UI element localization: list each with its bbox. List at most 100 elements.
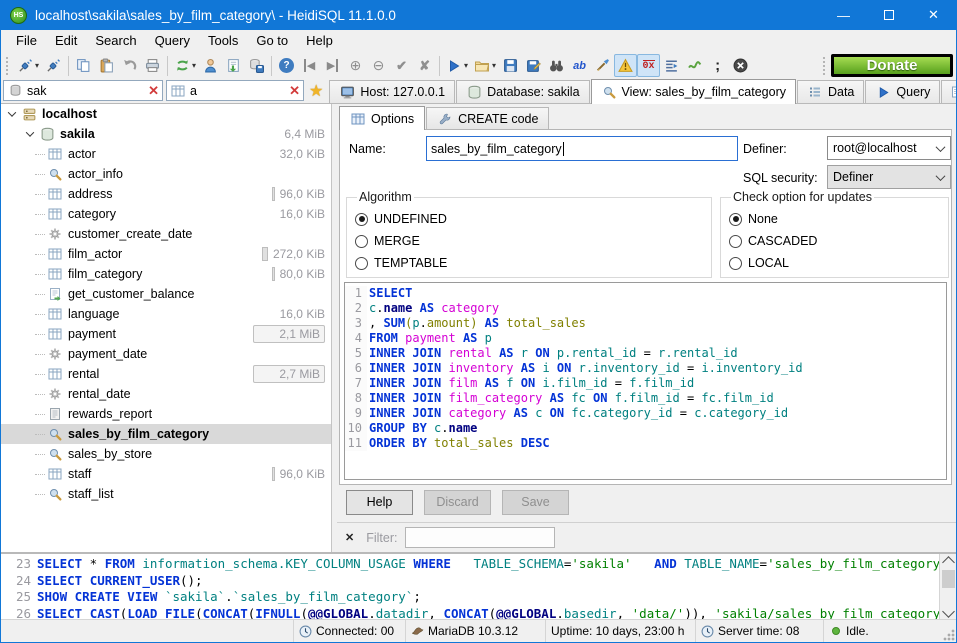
bind-parameters-button[interactable] (683, 54, 706, 77)
delete-row-button[interactable]: ⊖ (367, 54, 390, 77)
tree-item-actor[interactable]: actor32,0 KiB (1, 144, 331, 164)
cancel-editing-button[interactable]: ✘ (413, 54, 436, 77)
print-button[interactable] (141, 54, 164, 77)
table-filter[interactable]: a ✕ (166, 80, 304, 101)
dropdown-arrow-icon[interactable]: ▾ (192, 61, 196, 70)
favorites-star-icon[interactable]: ★ (309, 81, 323, 101)
menu-item-search[interactable]: Search (86, 31, 145, 50)
tab-data[interactable]: Data (797, 80, 864, 103)
chevron-expanded-icon[interactable] (26, 128, 34, 136)
log-scrollbar[interactable] (939, 554, 956, 620)
dropdown-arrow-icon[interactable]: ▾ (492, 61, 496, 70)
radio-icon[interactable] (355, 213, 368, 226)
undo-button[interactable] (118, 54, 141, 77)
dropdown-arrow-icon[interactable]: ▾ (464, 61, 468, 70)
run-query-button[interactable]: ▾ (443, 54, 471, 77)
menu-item-go-to[interactable]: Go to (247, 31, 297, 50)
copy-button[interactable] (72, 54, 95, 77)
dropdown-arrow-icon[interactable]: ▾ (35, 61, 39, 70)
resize-grip[interactable] (942, 628, 955, 641)
name-input[interactable]: sales_by_film_category (426, 136, 738, 161)
format-code-button[interactable] (591, 54, 614, 77)
close-button[interactable]: ✕ (911, 0, 956, 30)
delimiter-button[interactable]: ; (706, 54, 729, 77)
save-sql-button[interactable] (499, 54, 522, 77)
tree-item-rental[interactable]: rental2,7 MiB (1, 364, 331, 384)
close-filter-icon[interactable]: ✕ (345, 531, 354, 544)
save-button[interactable]: Save (502, 490, 569, 515)
algorithm-radio-merge[interactable]: MERGE (355, 230, 703, 252)
tree-item-rewards-report[interactable]: rewards_report (1, 404, 331, 424)
radio-icon[interactable] (355, 257, 368, 270)
first-record-button[interactable]: ◀ (298, 54, 321, 77)
check-option-radio-none[interactable]: None (729, 208, 940, 230)
sql-security-combobox[interactable]: Definer (827, 165, 951, 189)
tree-item-get-customer-balance[interactable]: get_customer_balance (1, 284, 331, 304)
help-button[interactable]: ? (275, 54, 298, 77)
menu-item-file[interactable]: File (7, 31, 46, 50)
definer-combobox[interactable]: root@localhost (827, 136, 951, 160)
scroll-up-icon[interactable] (942, 556, 955, 569)
clear-table-filter-icon[interactable]: ✕ (289, 83, 300, 99)
filter-input[interactable] (405, 527, 555, 548)
radio-icon[interactable] (729, 257, 742, 270)
menu-item-tools[interactable]: Tools (199, 31, 247, 50)
menu-item-help[interactable]: Help (297, 31, 342, 50)
tree-item-customer-create-date[interactable]: customer_create_date (1, 224, 331, 244)
cancel-query-button[interactable] (729, 54, 752, 77)
paste-button[interactable] (95, 54, 118, 77)
tab-view-sales-by-film-category[interactable]: View: sales_by_film_category (591, 79, 796, 104)
tree-item-staff-list[interactable]: staff_list (1, 484, 331, 504)
session-manager-button[interactable]: ▾ (14, 54, 42, 77)
scroll-down-icon[interactable] (942, 605, 955, 618)
database-filter[interactable]: sak ✕ (3, 80, 163, 101)
help-button[interactable]: Help (346, 490, 413, 515)
discard-button[interactable]: Discard (424, 490, 491, 515)
tab-query[interactable]: Query (865, 80, 940, 103)
user-manager-button[interactable] (199, 54, 222, 77)
database-filter-value[interactable]: sak (23, 84, 148, 98)
tree-item-payment-date[interactable]: payment_date (1, 344, 331, 364)
tree-item-sakila[interactable]: sakila6,4 MiB (1, 124, 331, 144)
algorithm-radio-temptable[interactable]: TEMPTABLE (355, 252, 703, 274)
subtab-create-code[interactable]: CREATE code (426, 107, 549, 129)
tree-item-language[interactable]: language16,0 KiB (1, 304, 331, 324)
radio-icon[interactable] (729, 235, 742, 248)
post-changes-button[interactable]: ✔ (390, 54, 413, 77)
view-select-code-editor[interactable]: 1SELECT2c.name AS category3, SUM(p.amoun… (344, 282, 947, 480)
maximize-button[interactable] (866, 0, 911, 30)
menu-item-edit[interactable]: Edit (46, 31, 86, 50)
donate-button[interactable]: Donate (831, 54, 953, 77)
save-data-button[interactable] (245, 54, 268, 77)
check-option-radio-cascaded[interactable]: CASCADED (729, 230, 940, 252)
tree-item-category[interactable]: category16,0 KiB (1, 204, 331, 224)
tab-database-sakila[interactable]: Database: sakila (456, 80, 589, 103)
toolbar-grip[interactable] (823, 57, 828, 75)
radio-icon[interactable] (729, 213, 742, 226)
tree-item-localhost[interactable]: localhost (1, 104, 331, 124)
tree-item-sales-by-store[interactable]: sales_by_store (1, 444, 331, 464)
algorithm-radio-undefined[interactable]: UNDEFINED (355, 208, 703, 230)
tree-item-film-category[interactable]: film_category80,0 KiB (1, 264, 331, 284)
tab-host-127-0-0-1[interactable]: Host: 127.0.0.1 (329, 80, 455, 103)
single-query-step-button[interactable] (660, 54, 683, 77)
clear-database-filter-icon[interactable]: ✕ (148, 83, 159, 99)
scroll-thumb[interactable] (942, 570, 955, 588)
check-option-radio-local[interactable]: LOCAL (729, 252, 940, 274)
tree-item-staff[interactable]: staff96,0 KiB (1, 464, 331, 484)
insert-row-button[interactable]: ⊕ (344, 54, 367, 77)
disconnect-button[interactable] (42, 54, 65, 77)
menu-item-query[interactable]: Query (146, 31, 199, 50)
save-sql-as-button[interactable] (522, 54, 545, 77)
subtab-options[interactable]: Options (339, 106, 425, 130)
chevron-expanded-icon[interactable] (8, 108, 16, 116)
table-filter-value[interactable]: a (186, 84, 289, 98)
minimize-button[interactable]: — (821, 0, 866, 30)
last-record-button[interactable]: ▶ (321, 54, 344, 77)
tree-item-rental-date[interactable]: rental_date (1, 384, 331, 404)
hex-view-button[interactable]: 0x (637, 54, 660, 77)
tab-new-query[interactable] (941, 80, 957, 103)
radio-icon[interactable] (355, 235, 368, 248)
refresh-button[interactable]: ▾ (171, 54, 199, 77)
tree-item-address[interactable]: address96,0 KiB (1, 184, 331, 204)
